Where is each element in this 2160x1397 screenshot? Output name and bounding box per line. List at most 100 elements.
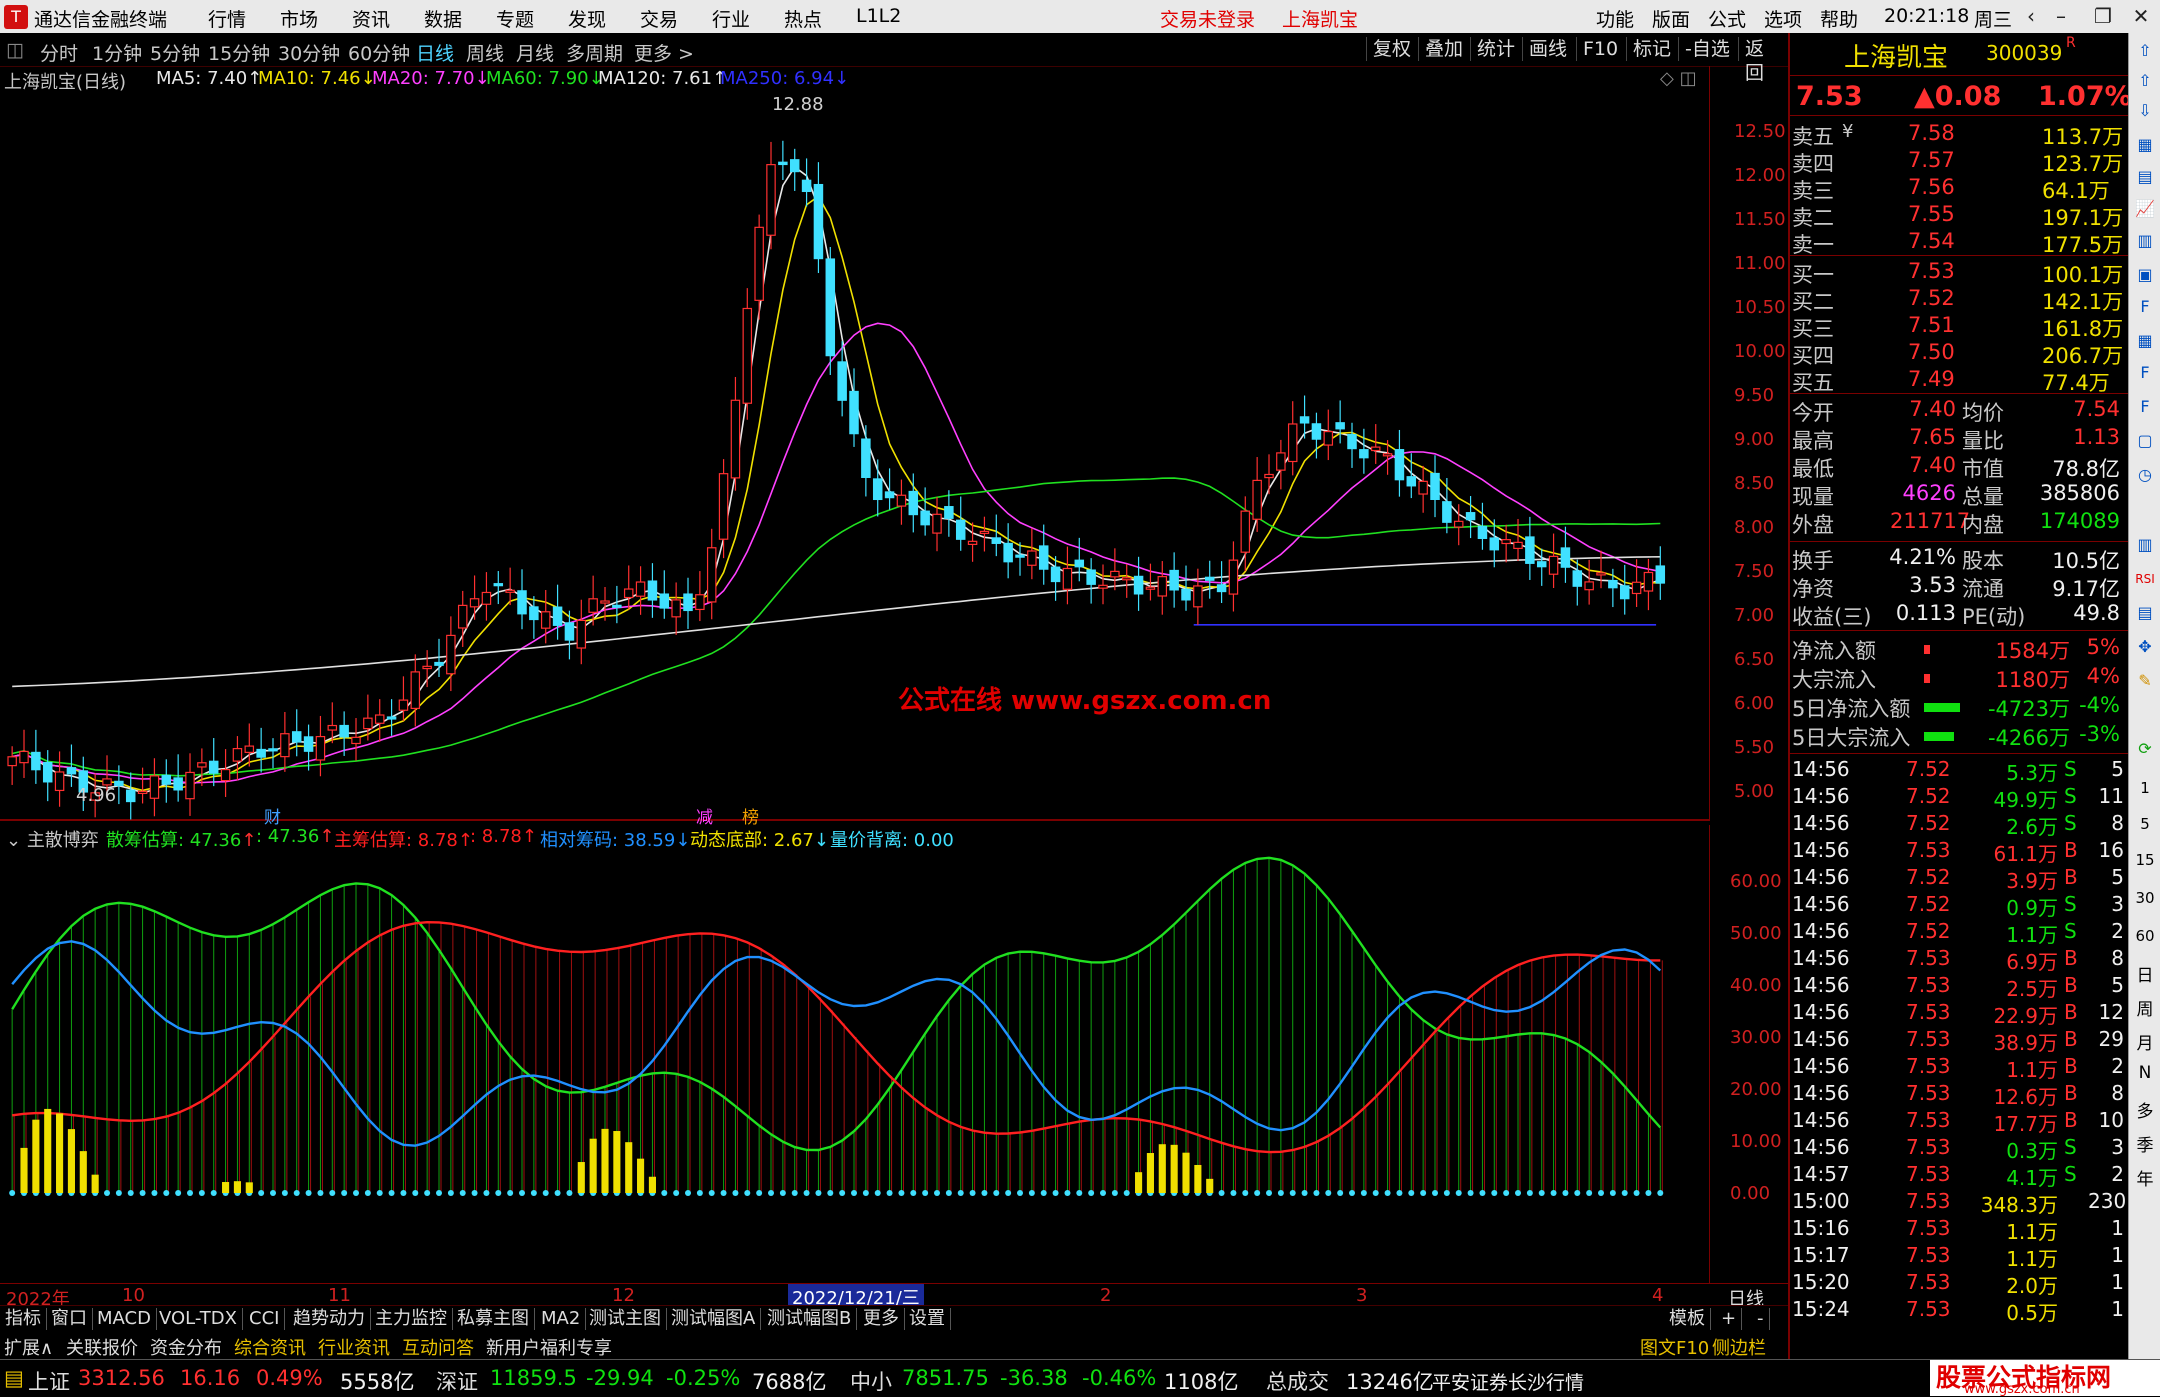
toolbar-fn-icon[interactable]: ▢: [2133, 429, 2157, 453]
sidebar-quarter[interactable]: 季: [2135, 1131, 2155, 1156]
tab-macd[interactable]: MACD: [92, 1308, 157, 1330]
bid-price[interactable]: 7.50: [1908, 340, 1955, 364]
sidebar-weekly[interactable]: 周: [2135, 995, 2155, 1020]
toolbar-f2-icon[interactable]: F: [2133, 395, 2157, 419]
period-tab-1min[interactable]: 1分钟: [92, 39, 142, 66]
sidebar-n-day[interactable]: N: [2135, 1063, 2155, 1083]
tool-back[interactable]: 返回: [1738, 37, 1788, 84]
ask-price[interactable]: 7.54: [1908, 229, 1955, 253]
menu-discover[interactable]: 发现: [568, 5, 606, 32]
tick-row[interactable]: 14:57 7.53 4.1万 S 2: [1792, 1162, 2126, 1190]
bid-price[interactable]: 7.51: [1908, 313, 1955, 337]
ask-price[interactable]: 7.56: [1908, 175, 1955, 199]
tab-private-main[interactable]: 私募主图: [452, 1308, 535, 1330]
menu-market[interactable]: 市场: [280, 5, 318, 32]
link-new-user-gift[interactable]: 新用户福利专享: [486, 1334, 612, 1360]
toolbar-chart2-icon[interactable]: ▥: [2133, 533, 2157, 557]
toolbar-doc-icon[interactable]: ▣: [2133, 263, 2157, 287]
link-related-quotes[interactable]: 关联报价: [66, 1334, 138, 1360]
tab-ma2[interactable]: MA2: [536, 1308, 587, 1330]
tick-row[interactable]: 14:56 7.53 12.6万 B 8: [1792, 1081, 2126, 1109]
menu-news[interactable]: 资讯: [352, 5, 390, 32]
toolbar-kline-icon[interactable]: ▥: [2133, 229, 2157, 253]
chart-settings-icon[interactable]: ◇ ◫: [1660, 68, 1697, 89]
tick-row[interactable]: 14:56 7.52 1.1万 S 2: [1792, 919, 2126, 947]
restore-icon[interactable]: ❐: [2088, 3, 2118, 29]
menu-data[interactable]: 数据: [424, 5, 462, 32]
tick-row[interactable]: 14:56 7.53 1.1万 B 2: [1792, 1054, 2126, 1082]
sidebar-daily[interactable]: 日: [2135, 961, 2155, 986]
toolbar-move-icon[interactable]: ✥: [2133, 635, 2157, 659]
sidebar-year[interactable]: 年: [2135, 1165, 2155, 1190]
link-qa[interactable]: 互动问答: [402, 1334, 474, 1360]
toolbar-down-icon[interactable]: ⇩: [2133, 99, 2157, 123]
toolbar-line-chart-icon[interactable]: 📈: [2133, 197, 2157, 221]
kline-chart[interactable]: [0, 66, 1710, 821]
menu-function[interactable]: 功能: [1596, 5, 1634, 32]
toolbar-fin-icon[interactable]: F: [2133, 295, 2157, 319]
menu-options[interactable]: 选项: [1764, 5, 1802, 32]
menu-layout[interactable]: 版面: [1652, 5, 1690, 32]
indicator-chart[interactable]: [0, 825, 1710, 1283]
period-tab-15min[interactable]: 15分钟: [208, 39, 270, 66]
minimize-icon[interactable]: –: [2046, 3, 2076, 29]
tab-indicator[interactable]: 指标: [0, 1308, 47, 1330]
sh-index-name[interactable]: 上证: [28, 1366, 70, 1396]
tab-test-sub-b[interactable]: 测试幅图B: [762, 1308, 858, 1330]
toolbar-grid-icon[interactable]: ▦: [2133, 133, 2157, 157]
link-fund-distribution[interactable]: 资金分布: [150, 1334, 222, 1360]
sz-index-name[interactable]: 深证: [436, 1366, 478, 1396]
expand-toggle[interactable]: 扩展∧: [4, 1334, 53, 1360]
link-f10-graphic[interactable]: 图文F10: [1640, 1334, 1709, 1360]
tool-f10[interactable]: F10: [1576, 37, 1624, 61]
tick-row[interactable]: 15:16 7.53 1.1万 1: [1792, 1216, 2126, 1244]
tool-stats[interactable]: 统计: [1470, 37, 1521, 61]
bid-price[interactable]: 7.53: [1908, 259, 1955, 283]
tick-row[interactable]: 14:56 7.53 6.9万 B 8: [1792, 946, 2126, 974]
link-general-news[interactable]: 综合资讯: [234, 1334, 306, 1360]
tab-more[interactable]: 更多: [858, 1308, 905, 1330]
tool-overlay[interactable]: 叠加: [1418, 37, 1469, 61]
tick-row[interactable]: 14:56 7.52 3.9万 B 5: [1792, 865, 2126, 893]
menu-quotes[interactable]: 行情: [208, 5, 246, 32]
tab-add[interactable]: +: [1716, 1308, 1743, 1330]
menu-trade[interactable]: 交易: [640, 5, 678, 32]
period-tab-weekly[interactable]: 周线: [466, 39, 504, 66]
menu-hot[interactable]: 热点: [784, 5, 822, 32]
period-tab-intraday[interactable]: 分时: [40, 39, 78, 66]
status-menu-icon[interactable]: ▤: [4, 1366, 24, 1390]
tick-row[interactable]: 14:56 7.53 61.1万 B 16: [1792, 838, 2126, 866]
tool-mark[interactable]: 标记: [1626, 37, 1677, 61]
back-arrow-icon[interactable]: ‹: [2016, 3, 2046, 29]
tab-test-sub-a[interactable]: 测试幅图A: [666, 1308, 762, 1330]
tick-row[interactable]: 14:56 7.52 2.6万 S 8: [1792, 811, 2126, 839]
tick-row[interactable]: 15:00 7.53 348.3万 230: [1792, 1189, 2126, 1217]
period-tab-5min[interactable]: 5分钟: [150, 39, 200, 66]
sidebar-monthly[interactable]: 月: [2135, 1029, 2155, 1054]
close-icon[interactable]: ✕: [2126, 3, 2156, 29]
tab-test-main[interactable]: 测试主图: [584, 1308, 667, 1330]
tab-window[interactable]: 窗口: [46, 1308, 93, 1330]
menu-formula[interactable]: 公式: [1708, 5, 1746, 32]
tool-remove-watchlist[interactable]: -自选: [1678, 37, 1736, 61]
tick-row[interactable]: 14:56 7.52 0.9万 S 3: [1792, 892, 2126, 920]
period-tab-multi[interactable]: 多周期: [566, 39, 623, 66]
period-tab-daily[interactable]: 日线: [416, 39, 454, 66]
toolbar-up2-icon[interactable]: ⇧: [2133, 69, 2157, 93]
link-industry-news[interactable]: 行业资讯: [318, 1334, 390, 1360]
tab-vol-tdx[interactable]: VOL-TDX: [154, 1308, 243, 1330]
tab-template[interactable]: 模板: [1664, 1308, 1711, 1330]
toolbar-f10-icon[interactable]: F: [2133, 361, 2157, 385]
smb-index-name[interactable]: 中小: [850, 1366, 892, 1396]
toolbar-pen-icon[interactable]: ✎: [2133, 669, 2157, 693]
tick-row[interactable]: 14:56 7.53 22.9万 B 12: [1792, 1000, 2126, 1028]
bid-price[interactable]: 7.52: [1908, 286, 1955, 310]
toolbar-rsi-icon[interactable]: RSI: [2133, 567, 2157, 591]
tick-row[interactable]: 15:24 7.53 0.5万 1: [1792, 1297, 2126, 1325]
menu-help[interactable]: 帮助: [1820, 5, 1858, 32]
tick-row[interactable]: 14:56 7.53 0.3万 S 3: [1792, 1135, 2126, 1163]
sidebar-multi[interactable]: 多: [2135, 1097, 2155, 1122]
tool-draw[interactable]: 画线: [1522, 37, 1573, 61]
tick-row[interactable]: 14:56 7.52 49.9万 S 11: [1792, 784, 2126, 812]
toolbar-table-icon[interactable]: ▦: [2133, 329, 2157, 353]
